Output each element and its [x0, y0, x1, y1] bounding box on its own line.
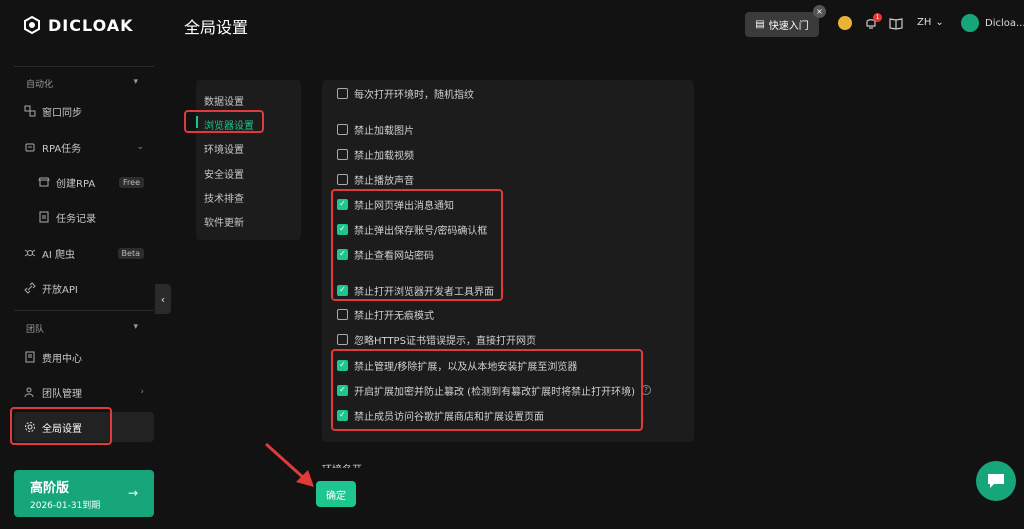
- chat-support-button[interactable]: [976, 461, 1016, 501]
- sidebar-item-task-records[interactable]: 任务记录: [38, 207, 144, 227]
- sidebar-item-rpa-task[interactable]: RPA任务 ⌄: [24, 137, 144, 157]
- notification-badge: 1: [873, 13, 882, 22]
- store-icon: [38, 176, 50, 188]
- users-icon: [24, 386, 36, 398]
- chevron-down-icon: ⌄: [136, 142, 144, 152]
- language-select[interactable]: ZH ⌄: [917, 17, 944, 28]
- link-icon: [24, 282, 36, 294]
- highlight-box-privacy-options: [331, 189, 503, 301]
- tab-security-settings[interactable]: 安全设置: [204, 166, 244, 181]
- sidebar: DICLOAK 自动化 ▾ 窗口同步 RPA任务 ⌄ 创建RPA Free 任务记…: [0, 0, 166, 529]
- checkbox[interactable]: [337, 308, 348, 320]
- sidebar-collapse-button[interactable]: ‹: [155, 284, 171, 314]
- document-icon: [38, 211, 50, 223]
- window-sync-icon: [24, 105, 36, 117]
- logo-icon: [24, 15, 40, 35]
- book-icon[interactable]: [889, 16, 903, 30]
- chevron-right-icon: ›: [140, 387, 144, 397]
- close-icon[interactable]: ×: [813, 5, 826, 18]
- plan-name: 高阶版: [30, 481, 70, 496]
- logo[interactable]: DICLOAK: [22, 14, 134, 36]
- sidebar-item-ai-crawler[interactable]: AI 爬虫 Beta: [24, 243, 144, 263]
- option-random-fingerprint[interactable]: 每次打开环境时，随机指纹: [337, 86, 474, 101]
- avatar[interactable]: [961, 14, 979, 32]
- bill-icon: [24, 351, 36, 363]
- highlight-box-extension-options: [331, 349, 643, 431]
- page-title: 全局设置: [184, 18, 249, 37]
- confirm-button[interactable]: 确定: [316, 481, 356, 507]
- sidebar-item-window-sync[interactable]: 窗口同步: [24, 101, 144, 121]
- quick-start-button[interactable]: ▤ 快速入门: [745, 12, 819, 37]
- plan-expiry: 2026-01-31到期: [30, 501, 101, 511]
- option-block-videos[interactable]: 禁止加载视频: [337, 147, 414, 162]
- annotation-arrow: [264, 442, 314, 487]
- option-block-incognito[interactable]: 禁止打开无痕模式: [337, 307, 434, 322]
- sidebar-item-team-management[interactable]: 团队管理 ›: [24, 382, 144, 402]
- option-block-sound[interactable]: 禁止播放声音: [337, 172, 414, 187]
- highlight-box-browser-settings: [184, 110, 264, 133]
- tab-troubleshooting[interactable]: 技术排查: [204, 190, 244, 205]
- option-block-images[interactable]: 禁止加载图片: [337, 122, 414, 137]
- checkbox[interactable]: [337, 148, 348, 160]
- sidebar-section-automation[interactable]: 自动化 ▾: [26, 77, 138, 90]
- tab-software-update[interactable]: 软件更新: [204, 214, 244, 229]
- arrow-right-icon: →: [127, 486, 138, 500]
- checkbox[interactable]: [337, 173, 348, 185]
- tab-data-settings[interactable]: 数据设置: [204, 93, 244, 108]
- beta-badge: Beta: [117, 247, 144, 259]
- sidebar-divider: [14, 310, 154, 311]
- free-badge: Free: [119, 176, 144, 188]
- sidebar-section-team[interactable]: 团队 ▾: [26, 322, 138, 335]
- robot-icon: [24, 141, 36, 153]
- logo-text: DICLOAK: [48, 15, 134, 35]
- chat-icon: [988, 474, 1004, 488]
- book-open-icon: ▤: [755, 19, 765, 30]
- checkbox[interactable]: [337, 333, 348, 345]
- spider-icon: [24, 247, 36, 259]
- highlight-box-global-settings: [10, 407, 112, 445]
- sidebar-item-billing[interactable]: 费用中心: [24, 347, 144, 367]
- sidebar-item-open-api[interactable]: 开放API: [24, 278, 144, 298]
- coin-icon[interactable]: [838, 16, 852, 30]
- username[interactable]: Dicloa...: [985, 18, 1024, 29]
- plan-card[interactable]: 高阶版 2026-01-31到期 →: [14, 470, 154, 517]
- sidebar-item-create-rpa[interactable]: 创建RPA Free: [38, 172, 144, 192]
- checkbox[interactable]: [337, 123, 348, 135]
- sidebar-divider: [14, 66, 154, 67]
- chevron-down-icon: ⌄: [935, 17, 944, 28]
- caret-down-icon: ▾: [133, 77, 138, 87]
- chevron-left-icon: ‹: [160, 292, 166, 306]
- option-ignore-https-errors[interactable]: 忽略HTTPS证书错误提示，直接打开网页: [337, 332, 536, 347]
- env-name-label: 环境名开: [322, 461, 362, 468]
- tab-environment-settings[interactable]: 环境设置: [204, 141, 244, 156]
- checkbox[interactable]: [337, 87, 348, 99]
- caret-down-icon: ▾: [133, 322, 138, 332]
